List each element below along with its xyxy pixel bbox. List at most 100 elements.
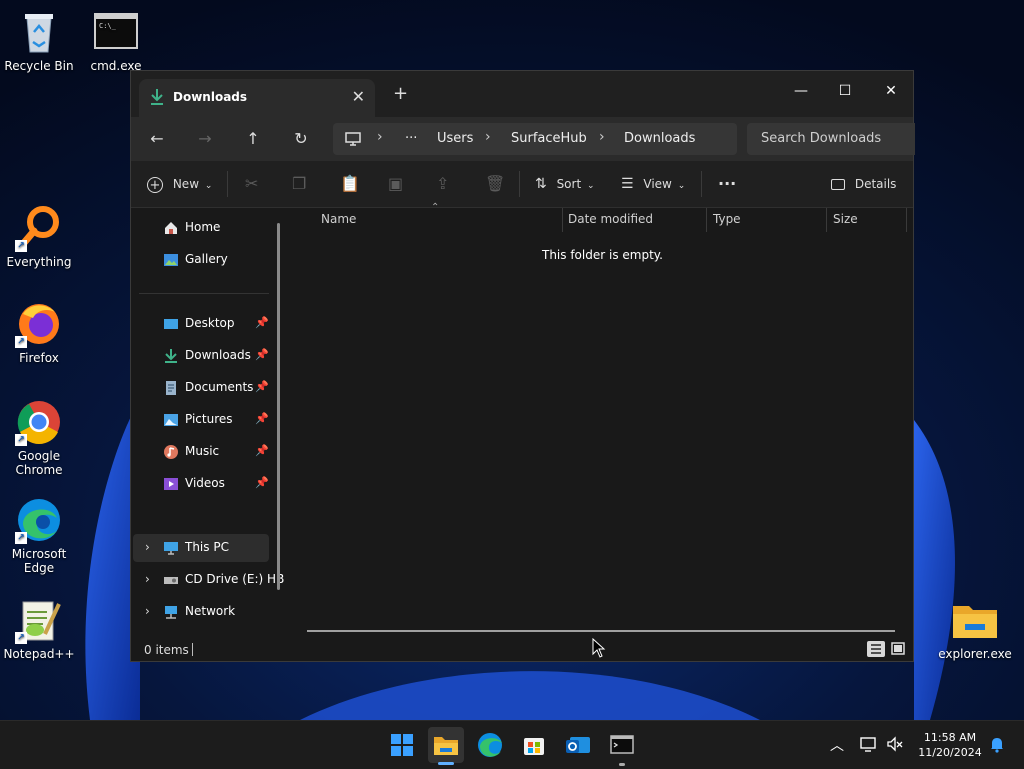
toolbar-divider	[227, 171, 228, 197]
pin-icon[interactable]: 📌	[255, 412, 269, 425]
column-divider[interactable]	[906, 208, 907, 232]
share-icon[interactable]: ⇪	[436, 173, 449, 195]
sidebar-scrollbar[interactable]	[277, 223, 280, 590]
desktop-icon-explorer[interactable]: explorer.exe	[936, 596, 1014, 661]
desktop-icon-notepadpp[interactable]: ↗ Notepad++	[0, 596, 78, 661]
more-options-button[interactable]: ···	[718, 173, 736, 195]
sidebar-item-label: Network	[185, 604, 236, 618]
taskbar-terminal[interactable]	[606, 729, 638, 766]
sidebar-item-cd-drive[interactable]: › CD Drive (E:) HB	[133, 566, 284, 594]
notification-bell-icon[interactable]	[988, 735, 1006, 756]
new-button-label: New	[172, 177, 200, 191]
sidebar-item-this-pc[interactable]: › This PC	[133, 534, 269, 562]
close-window-button[interactable]: ✕	[875, 77, 907, 105]
desktop-icon-label: Firefox	[19, 351, 59, 365]
sort-button[interactable]: ⇅ Sort ⌄	[535, 173, 595, 195]
refresh-icon[interactable]: ↻	[289, 127, 313, 151]
rename-icon[interactable]: ▣	[388, 173, 403, 195]
breadcrumb-downloads[interactable]: Downloads	[624, 131, 695, 146]
taskbar-outlook[interactable]	[562, 729, 594, 761]
horizontal-scrollbar[interactable]	[307, 630, 895, 632]
pin-icon[interactable]: 📌	[255, 380, 269, 393]
column-divider[interactable]	[826, 208, 827, 232]
cmd-icon: C:\_	[92, 8, 140, 56]
chevron-right-icon[interactable]: ›	[145, 604, 150, 618]
column-header-date-modified[interactable]: Date modified	[568, 212, 653, 226]
tab-downloads[interactable]: Downloads ✕	[139, 79, 375, 117]
column-header-type[interactable]: Type	[713, 212, 741, 226]
breadcrumb-overflow[interactable]: ···	[405, 131, 417, 146]
sidebar-item-downloads[interactable]: Downloads 📌	[133, 342, 269, 370]
pin-icon[interactable]: 📌	[255, 316, 269, 329]
taskbar-store[interactable]	[518, 729, 550, 761]
paste-icon[interactable]: 📋	[340, 173, 360, 195]
desktop-icon-label: Recycle Bin	[4, 59, 74, 73]
network-status-icon[interactable]	[860, 735, 878, 756]
monitor-icon	[163, 540, 179, 556]
everything-search-icon: ↗	[15, 204, 63, 252]
desktop-icon-firefox[interactable]: ↗ Firefox	[0, 300, 78, 365]
new-tab-button[interactable]: +	[393, 85, 408, 103]
breadcrumb-users[interactable]: Users	[437, 131, 473, 146]
up-arrow-icon[interactable]: ↑	[241, 127, 265, 151]
taskbar-edge[interactable]	[474, 729, 506, 761]
sidebar-item-label: CD Drive (E:) HB	[185, 572, 285, 586]
empty-folder-message: This folder is empty.	[542, 248, 663, 262]
title-bar[interactable]: Downloads ✕ + — ☐ ✕	[131, 71, 913, 117]
desktop-icon-chrome[interactable]: ↗ Google Chrome	[0, 398, 78, 477]
recycle-bin-icon	[15, 8, 63, 56]
minimize-button[interactable]: —	[785, 77, 817, 105]
delete-icon[interactable]: 🗑	[485, 173, 505, 195]
sidebar-item-network[interactable]: › Network	[133, 598, 269, 626]
chevron-down-icon: ⌄	[677, 181, 686, 191]
column-divider[interactable]	[706, 208, 707, 232]
pin-icon[interactable]: 📌	[255, 476, 269, 489]
desktop-icon-label: Microsoft Edge	[11, 547, 67, 575]
forward-arrow-icon[interactable]: →	[193, 127, 217, 151]
sidebar-item-pictures[interactable]: Pictures 📌	[133, 406, 269, 434]
shortcut-arrow-icon: ↗	[15, 434, 27, 446]
desktop-icon-edge[interactable]: ↗ Microsoft Edge	[0, 496, 78, 575]
sort-icon: ⇅	[535, 176, 547, 192]
back-arrow-icon[interactable]: ←	[145, 127, 169, 151]
search-input[interactable]: Search Downloads	[747, 123, 915, 155]
show-hidden-icons-chevron-icon[interactable]: ︿	[830, 735, 844, 755]
new-button[interactable]: + New ⌄	[147, 173, 212, 195]
sidebar-item-videos[interactable]: Videos 📌	[133, 470, 269, 498]
sidebar-item-music[interactable]: Music 📌	[133, 438, 269, 466]
maximize-button[interactable]: ☐	[829, 77, 861, 105]
shortcut-arrow-icon: ↗	[15, 532, 27, 544]
column-divider[interactable]	[562, 208, 563, 232]
system-clock[interactable]: 11:58 AM 11/20/2024	[915, 730, 985, 760]
start-button[interactable]	[386, 729, 418, 761]
edge-icon	[478, 733, 502, 757]
column-header-name[interactable]: Name	[321, 212, 356, 226]
cut-icon[interactable]: ✂	[245, 173, 258, 195]
desktop-icon-everything[interactable]: ↗ Everything	[0, 204, 78, 269]
volume-muted-icon[interactable]	[886, 735, 904, 756]
sidebar-item-documents[interactable]: Documents 📌	[133, 374, 269, 402]
copy-icon[interactable]: ❐	[292, 173, 306, 195]
desktop-icon-cmd[interactable]: C:\_ cmd.exe	[77, 8, 155, 73]
details-view-icon[interactable]	[867, 641, 885, 657]
sidebar-item-home[interactable]: Home	[133, 214, 269, 242]
sidebar-item-label: Desktop	[185, 316, 235, 330]
sidebar-item-desktop[interactable]: Desktop 📌	[133, 310, 269, 338]
taskbar-file-explorer[interactable]	[428, 727, 464, 765]
details-pane-button[interactable]: Details	[831, 173, 896, 195]
tiles-view-icon[interactable]	[890, 641, 906, 657]
toolbar-divider	[701, 171, 702, 197]
address-bar[interactable]: › ··· Users › SurfaceHub › Downloads	[333, 123, 737, 155]
breadcrumb-surfacehub[interactable]: SurfaceHub	[511, 131, 587, 146]
sidebar-item-gallery[interactable]: Gallery	[133, 246, 269, 274]
sidebar-item-label: Pictures	[185, 412, 233, 426]
chevron-right-icon[interactable]: ›	[145, 540, 150, 554]
view-button[interactable]: ☰ View ⌄	[621, 173, 685, 195]
chevron-right-icon[interactable]: ›	[145, 572, 150, 586]
tab-close-icon[interactable]: ✕	[352, 87, 365, 106]
pin-icon[interactable]: 📌	[255, 444, 269, 457]
column-header-size[interactable]: Size	[833, 212, 858, 226]
pin-icon[interactable]: 📌	[255, 348, 269, 361]
desktop-icon-recycle-bin[interactable]: Recycle Bin	[0, 8, 78, 73]
running-app-indicator	[619, 763, 625, 766]
